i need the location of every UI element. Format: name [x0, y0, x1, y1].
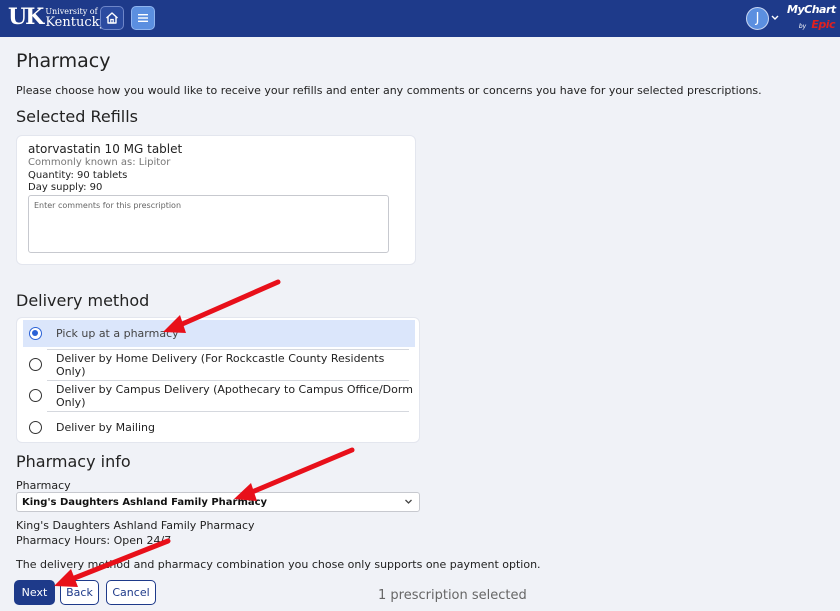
radio-button[interactable] — [29, 358, 42, 371]
user-avatar[interactable]: J — [746, 7, 769, 30]
home-button[interactable] — [100, 6, 124, 30]
delivery-option-label: Deliver by Campus Delivery (Apothecary t… — [56, 382, 413, 409]
selected-refills-heading: Selected Refills — [16, 107, 138, 126]
menu-icon — [138, 14, 148, 22]
prescriptions-selected-count: 1 prescription selected — [378, 588, 527, 603]
top-navigation-bar: UK University of Kentucky. J MyChart by … — [0, 0, 840, 37]
mychart-wordmark: MyChart — [787, 3, 836, 16]
pharmacy-select-value: King's Daughters Ashland Family Pharmacy — [22, 496, 268, 508]
delivery-method-options: Pick up at a pharmacy Deliver by Home De… — [16, 317, 420, 443]
home-icon — [106, 12, 118, 24]
delivery-option-label: Deliver by Mailing — [56, 421, 155, 434]
university-of-kentucky-logo[interactable]: UK University of Kentucky. — [8, 5, 109, 29]
chevron-down-icon[interactable] — [771, 15, 779, 21]
uk-logo-mark: UK — [8, 4, 44, 30]
medication-alias: Commonly known as: Lipitor — [28, 157, 171, 168]
pharmacy-name: King's Daughters Ashland Family Pharmacy — [16, 519, 255, 532]
payment-option-note: The delivery method and pharmacy combina… — [16, 558, 541, 571]
radio-button[interactable] — [29, 421, 42, 434]
delivery-option-mailing[interactable]: Deliver by Mailing — [23, 414, 415, 441]
medication-name: atorvastatin 10 MG tablet — [28, 142, 183, 156]
back-button[interactable]: Back — [60, 580, 99, 605]
delivery-method-heading: Delivery method — [16, 291, 150, 310]
pharmacy-select[interactable]: King's Daughters Ashland Family Pharmacy — [16, 492, 420, 512]
epic-wordmark: Epic — [811, 18, 835, 31]
delivery-option-label: Pick up at a pharmacy — [56, 327, 179, 340]
prescription-comment-field[interactable] — [28, 195, 389, 253]
mychart-epic-logo: MyChart by Epic — [787, 3, 836, 33]
next-button[interactable]: Next — [14, 580, 55, 605]
delivery-option-label: Deliver by Home Delivery (For Rockcastle… — [56, 351, 385, 378]
brand-by-text: by — [798, 23, 807, 30]
menu-button[interactable] — [131, 6, 155, 30]
divider — [47, 411, 409, 412]
delivery-option-pickup[interactable]: Pick up at a pharmacy — [23, 320, 415, 347]
cancel-button[interactable]: Cancel — [106, 580, 156, 605]
pharmacy-field-label: Pharmacy — [16, 479, 71, 492]
page-intro: Please choose how you would like to rece… — [16, 84, 762, 97]
pharmacy-info-heading: Pharmacy info — [16, 452, 131, 471]
pharmacy-hours: Pharmacy Hours: Open 24/7 — [16, 534, 172, 547]
chevron-down-icon — [405, 499, 412, 504]
delivery-option-campus-delivery[interactable]: Deliver by Campus Delivery (Apothecary t… — [23, 382, 415, 409]
delivery-option-home-delivery[interactable]: Deliver by Home Delivery (For Rockcastle… — [23, 351, 415, 378]
divider — [47, 380, 409, 381]
divider — [47, 349, 409, 350]
page-title: Pharmacy — [16, 50, 111, 72]
prescription-card: atorvastatin 10 MG tablet Commonly known… — [16, 135, 416, 265]
medication-quantity: Quantity: 90 tablets — [28, 170, 128, 181]
radio-button-selected[interactable] — [29, 327, 42, 340]
radio-button[interactable] — [29, 389, 42, 402]
medication-day-supply: Day supply: 90 — [28, 182, 103, 193]
